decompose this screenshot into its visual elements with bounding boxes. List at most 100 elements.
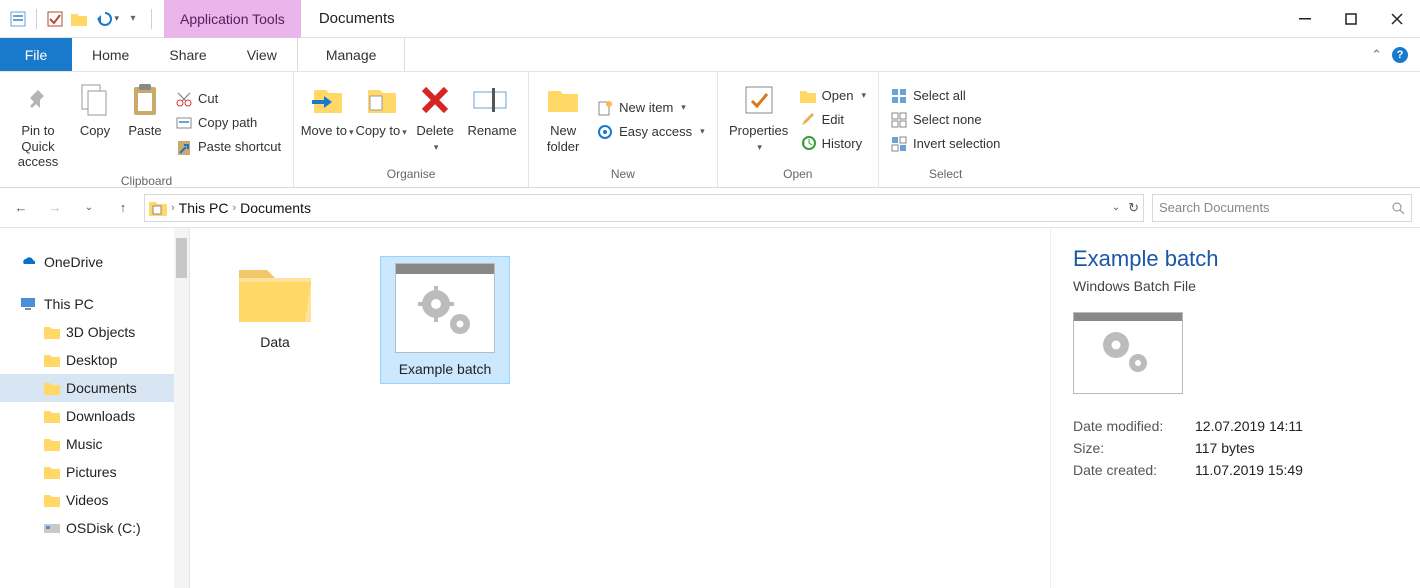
label: 3D Objects [66,324,135,340]
folder-icon [44,437,60,451]
easy-access-button[interactable]: Easy access▾ [597,124,705,140]
tree-pictures[interactable]: Pictures [0,458,189,486]
copy-button[interactable]: Copy [70,76,120,170]
pin-icon [24,86,52,114]
edit-button[interactable]: Edit [800,111,866,127]
tree-documents[interactable]: Documents [0,374,189,402]
label: New item [619,100,673,115]
details-val: 117 bytes [1195,440,1255,456]
tab-share[interactable]: Share [149,38,226,71]
new-folder-button[interactable]: New folder [535,76,591,163]
ribbon-group-clipboard: Pin to Quick access Copy Paste Cut Copy … [0,72,294,187]
easy-access-icon [597,124,613,140]
new-item-icon [597,100,613,116]
checkbox-icon[interactable] [45,9,65,29]
item-example-batch[interactable]: Example batch [380,256,510,384]
select-none-button[interactable]: Select none [891,112,1000,128]
undo-icon[interactable]: ▾ [93,9,119,29]
history-button[interactable]: History [800,135,866,151]
label: Copy [80,123,110,138]
properties-icon[interactable] [8,9,28,29]
search-input[interactable]: Search Documents [1152,194,1412,222]
tab-home[interactable]: Home [72,38,149,71]
delete-button[interactable]: Delete▾ [408,76,462,163]
tree-scrollbar[interactable] [174,228,189,588]
rename-button[interactable]: Rename [462,76,522,163]
folder-icon [44,409,60,423]
onedrive-icon [20,256,38,268]
tree-osdisk[interactable]: OSDisk (C:) [0,514,189,542]
quick-access-toolbar: ▾ ▾ [0,9,164,29]
select-all-button[interactable]: Select all [891,88,1000,104]
address-drop-icon[interactable]: ⌄ [1112,202,1120,213]
group-label: Select [885,163,1006,187]
label: Select none [913,112,982,127]
tree-desktop[interactable]: Desktop [0,346,189,374]
details-val: 11.07.2019 15:49 [1195,462,1303,478]
help-icon[interactable]: ? [1392,47,1408,63]
label: Documents [66,380,137,396]
refresh-button[interactable]: ↻ [1128,200,1139,216]
qat-customize-icon[interactable]: ▾ [123,9,143,29]
collapse-ribbon-icon[interactable]: ⌃ [1371,47,1382,63]
properties-button[interactable]: Properties▾ [724,76,794,163]
ribbon: Pin to Quick access Copy Paste Cut Copy … [0,72,1420,188]
back-button[interactable]: ← [8,195,34,221]
label: Downloads [66,408,135,424]
tree-this-pc[interactable]: This PC [0,290,189,318]
breadcrumb-this-pc[interactable]: This PC› [179,200,236,216]
file-tab[interactable]: File [0,38,72,71]
folder-icon [44,325,60,339]
label: Videos [66,492,109,508]
close-button[interactable] [1374,0,1420,38]
item-folder-data[interactable]: Data [210,256,340,350]
tree-music[interactable]: Music [0,430,189,458]
invert-selection-button[interactable]: Invert selection [891,136,1000,152]
folder-icon [44,353,60,367]
paste-shortcut-button[interactable]: Paste shortcut [176,139,281,155]
tree-onedrive[interactable]: OneDrive [0,248,189,276]
tree-downloads[interactable]: Downloads [0,402,189,430]
folder-icon [44,493,60,507]
ribbon-tabs: File Home Share View Manage ⌃ ? [0,38,1420,72]
nav-bar: ← → ⌄ ↑ › This PC› Documents ⌄ ↻ Search … [0,188,1420,228]
details-key: Date modified: [1073,418,1183,434]
forward-button[interactable]: → [42,195,68,221]
content-pane[interactable]: Data Example batch [190,228,1050,588]
pin-to-quick-access-button[interactable]: Pin to Quick access [6,76,70,170]
breadcrumb-documents[interactable]: Documents [240,200,311,216]
label: Select all [913,88,966,103]
ribbon-group-open: Properties▾ Open▾ Edit History Open [718,72,879,187]
copy-to-button[interactable]: Copy to▾ [354,76,408,163]
copy-path-button[interactable]: Copy path [176,115,281,131]
label: Copy path [198,115,257,130]
open-icon [800,89,816,103]
folder-documents-icon [149,200,167,216]
details-val: 12.07.2019 14:11 [1195,418,1303,434]
maximize-button[interactable] [1328,0,1374,38]
folder-icon[interactable] [69,9,89,29]
cut-button[interactable]: Cut [176,91,281,107]
tree-3d-objects[interactable]: 3D Objects [0,318,189,346]
chevron-down-icon[interactable]: ▾ [114,13,119,24]
delete-x-icon [420,85,450,115]
minimize-button[interactable] [1282,0,1328,38]
open-button[interactable]: Open▾ [800,88,866,103]
label: This PC [44,296,94,312]
recent-locations-button[interactable]: ⌄ [76,195,102,221]
label: Paste shortcut [198,139,281,154]
paste-button[interactable]: Paste [120,76,170,170]
new-item-button[interactable]: New item▾ [597,100,705,116]
address-bar[interactable]: › This PC› Documents ⌄ ↻ [144,194,1144,222]
label: Open [822,88,854,103]
details-row: Date modified: 12.07.2019 14:11 [1073,418,1398,434]
move-to-button[interactable]: Move to▾ [300,76,354,163]
search-icon [1391,201,1405,215]
tree-videos[interactable]: Videos [0,486,189,514]
tab-view[interactable]: View [227,38,297,71]
up-button[interactable]: ↑ [110,195,136,221]
label: Pin to Quick access [6,123,70,170]
label: Paste [128,123,161,138]
label: History [822,136,862,151]
tab-manage[interactable]: Manage [297,38,406,71]
